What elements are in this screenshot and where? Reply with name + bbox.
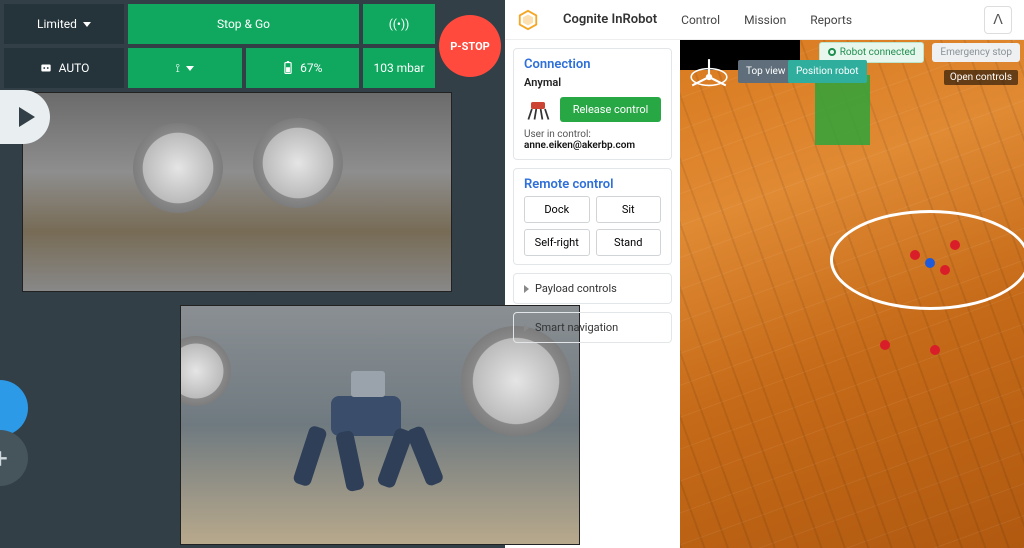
chevron-down-icon	[186, 66, 194, 71]
open-controls-button[interactable]: Open controls	[944, 70, 1018, 85]
release-control-button[interactable]: Release control	[560, 97, 661, 122]
wireless-icon: ((•))	[389, 17, 410, 31]
cognite-header: Cognite InRobot Control Mission Reports …	[505, 0, 1024, 40]
battery-button[interactable]: 67%	[246, 48, 360, 88]
anymal-robot-graphic	[291, 366, 451, 496]
auto-label: AUTO	[59, 61, 90, 75]
brand-title: Cognite InRobot	[563, 12, 657, 27]
stop-go-button[interactable]: Stop & Go	[128, 4, 359, 44]
tab-control[interactable]: Control	[681, 13, 720, 27]
user-menu-button[interactable]: ᐱ	[984, 6, 1012, 34]
self-right-button[interactable]: Self-right	[524, 229, 590, 256]
position-robot-button[interactable]: Position robot	[788, 60, 867, 83]
chevron-down-icon	[83, 22, 91, 27]
plus-icon: +	[0, 442, 8, 475]
waypoint-marker[interactable]	[910, 250, 920, 260]
robot-connected-label: Robot connected	[840, 47, 916, 58]
emergency-stop-button[interactable]: Emergency stop	[932, 43, 1020, 62]
anymal-icon	[524, 95, 552, 123]
pressure-value: 103 mbar	[373, 61, 424, 75]
smart-navigation-expander[interactable]: Smart navigation	[513, 312, 672, 343]
pstop-label: P-STOP	[450, 40, 490, 53]
waypoint-marker[interactable]	[880, 340, 890, 350]
battery-icon	[282, 61, 294, 75]
battery-pct: 67%	[300, 61, 322, 75]
cognite-panel: Cognite InRobot Control Mission Reports …	[505, 0, 1024, 548]
connection-card: Connection Anymal Release control User i…	[513, 48, 672, 160]
pstop-cell: P-STOP	[439, 4, 501, 88]
tab-reports[interactable]: Reports	[810, 13, 852, 27]
remote-control-title: Remote control	[524, 177, 661, 192]
motor-graphic	[133, 123, 223, 213]
payload-controls-expander[interactable]: Payload controls	[513, 273, 672, 304]
caret-right-icon	[524, 285, 529, 293]
robot-head-icon	[39, 61, 53, 75]
user-icon: ᐱ	[993, 12, 1003, 28]
connection-title: Connection	[524, 57, 661, 72]
robot-name: Anymal	[524, 76, 661, 89]
tab-mission[interactable]: Mission	[744, 13, 786, 27]
position-robot-label: Position robot	[796, 66, 859, 77]
stop-go-label: Stop & Go	[217, 17, 270, 31]
caret-right-icon	[524, 324, 529, 332]
side-indicator-button[interactable]	[0, 380, 28, 436]
operator-panel: Limited Stop & Go ((•)) P-STOP AUTO ⟟	[0, 0, 505, 548]
add-view-button[interactable]: +	[0, 430, 28, 486]
sit-button[interactable]: Sit	[596, 196, 662, 223]
center-button[interactable]: ⟟	[128, 48, 242, 88]
camera-feed-top[interactable]	[22, 92, 452, 292]
pressure-button[interactable]: 103 mbar	[363, 48, 435, 88]
motor-graphic	[253, 118, 343, 208]
top-view-label: Top view	[746, 66, 785, 77]
wireless-button[interactable]: ((•))	[363, 4, 435, 44]
model-highlight	[815, 75, 870, 145]
axis-gizmo-icon[interactable]	[688, 56, 730, 98]
stand-button[interactable]: Stand	[596, 229, 662, 256]
auto-button[interactable]: AUTO	[4, 48, 124, 88]
mode-label: Limited	[37, 17, 77, 31]
waypoint-marker[interactable]	[940, 265, 950, 275]
user-in-control-label: User in control:	[524, 129, 661, 140]
pstop-button[interactable]: P-STOP	[439, 15, 501, 77]
cognite-logo-icon	[517, 9, 539, 31]
play-icon	[19, 107, 35, 127]
operator-button-grid: Limited Stop & Go ((•)) P-STOP AUTO ⟟	[0, 0, 505, 92]
mode-dropdown[interactable]: Limited	[4, 4, 124, 44]
dock-button[interactable]: Dock	[524, 196, 590, 223]
waypoint-marker[interactable]	[950, 240, 960, 250]
top-view-button[interactable]: Top view	[738, 60, 793, 83]
crosshair-icon: ⟟	[176, 61, 180, 76]
control-column: Connection Anymal Release control User i…	[505, 40, 680, 548]
remote-control-card: Remote control Dock Sit Self-right Stand	[513, 168, 672, 265]
3d-viewport[interactable]: Robot connected Emergency stop Open cont…	[680, 40, 1024, 548]
link-icon	[828, 48, 836, 56]
waypoint-marker[interactable]	[930, 345, 940, 355]
waypoint-marker[interactable]	[925, 258, 935, 268]
user-in-control-email: anne.eiken@akerbp.com	[524, 140, 661, 151]
payload-label: Payload controls	[535, 282, 617, 295]
emergency-stop-label: Emergency stop	[940, 47, 1012, 58]
smartnav-label: Smart navigation	[535, 321, 618, 334]
motor-graphic	[180, 336, 231, 406]
